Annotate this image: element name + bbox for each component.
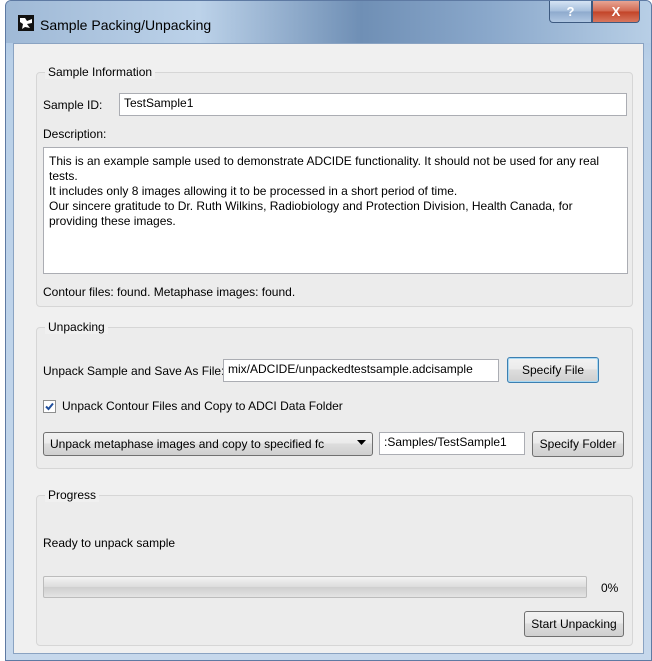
checkmark-icon xyxy=(45,402,54,411)
close-button[interactable]: X xyxy=(592,1,640,23)
description-label: Description: xyxy=(43,127,107,141)
progress-group: Progress Ready to unpack sample 0% Start… xyxy=(36,488,633,646)
description-textarea[interactable]: This is an example sample used to demons… xyxy=(43,147,628,274)
unpacking-group: Unpacking Unpack Sample and Save As File… xyxy=(36,320,633,469)
app-icon xyxy=(18,15,34,31)
sample-id-label: Sample ID: xyxy=(43,98,103,112)
start-unpacking-button[interactable]: Start Unpacking xyxy=(524,611,624,637)
help-button[interactable]: ? xyxy=(549,1,592,23)
progress-bar xyxy=(43,576,587,598)
save-as-label: Unpack Sample and Save As File: xyxy=(43,364,225,378)
specify-folder-button[interactable]: Specify Folder xyxy=(532,431,624,457)
sample-information-group: Sample Information Sample ID: TestSample… xyxy=(36,65,633,307)
contour-files-checkbox-label[interactable]: Unpack Contour Files and Copy to ADCI Da… xyxy=(62,399,343,413)
sample-id-input[interactable]: TestSample1 xyxy=(119,93,627,116)
help-icon: ? xyxy=(566,4,575,19)
dialog-client-area: Sample Information Sample ID: TestSample… xyxy=(13,43,644,654)
dialog-window: Sample Packing/Unpacking ? X Sample Info… xyxy=(5,0,652,661)
save-as-file-input[interactable]: mix/ADCIDE/unpackedtestsample.adcisample xyxy=(223,359,499,382)
file-status-text: Contour files: found. Metaphase images: … xyxy=(43,285,296,299)
progress-status-text: Ready to unpack sample xyxy=(43,536,176,550)
images-option-select[interactable]: Unpack metaphase images and copy to spec… xyxy=(43,432,373,456)
chevron-down-icon xyxy=(357,440,366,445)
close-icon: X xyxy=(611,4,621,19)
group-title-sample-information: Sample Information xyxy=(45,65,156,79)
specify-file-button[interactable]: Specify File xyxy=(507,357,599,383)
contour-files-checkbox[interactable] xyxy=(43,400,56,413)
group-title-progress: Progress xyxy=(45,488,100,502)
progress-percent: 0% xyxy=(601,581,619,595)
window-title: Sample Packing/Unpacking xyxy=(40,17,212,33)
images-option-selected: Unpack metaphase images and copy to spec… xyxy=(50,437,325,451)
group-title-unpacking: Unpacking xyxy=(45,320,108,334)
target-folder-input[interactable]: :Samples/TestSample1 xyxy=(379,432,525,455)
title-bar[interactable]: Sample Packing/Unpacking ? X xyxy=(6,1,651,43)
